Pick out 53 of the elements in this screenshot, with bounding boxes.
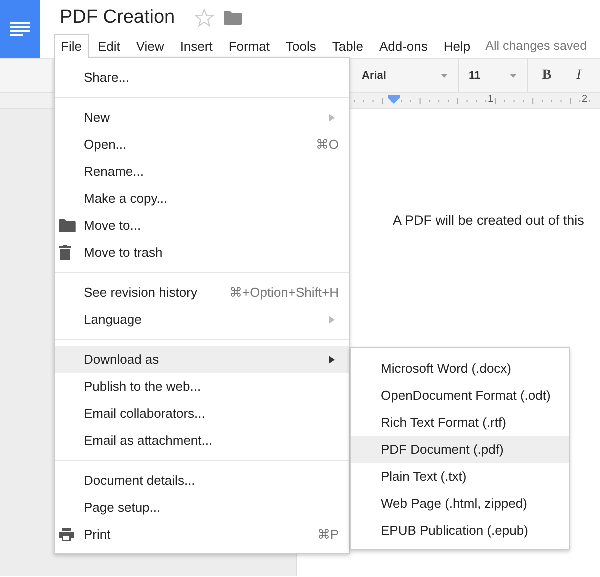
menu-item[interactable]: PDF Document (.pdf) (351, 436, 569, 463)
docs-logo-icon[interactable] (0, 0, 40, 58)
menu-tab[interactable]: Edit (90, 34, 128, 58)
star-icon[interactable] (195, 9, 214, 27)
menu-item[interactable]: Download as (55, 346, 349, 373)
submenu-arrow-icon (329, 356, 335, 364)
document-text: A PDF will be created out of this (393, 213, 586, 228)
save-status: All changes saved (486, 38, 588, 55)
menu-item[interactable]: Web Page (.html, zipped) (351, 490, 569, 517)
menu-item[interactable]: Move to trash (55, 239, 349, 266)
ruler-number: 2 (582, 94, 588, 105)
menu-item[interactable]: Rename... (55, 158, 349, 185)
indent-marker-icon[interactable] (388, 95, 400, 104)
menu-item[interactable]: Open... ⌘O (55, 131, 349, 158)
menu-tab[interactable]: View (129, 34, 172, 58)
menu-item[interactable]: Share... (55, 64, 349, 91)
bold-button[interactable]: B (534, 62, 560, 88)
submenu-arrow-icon (329, 114, 335, 122)
menu-tab[interactable]: Table (325, 34, 370, 58)
menu-item[interactable]: Language (55, 306, 349, 333)
caret-icon (441, 74, 448, 78)
submenu-arrow-icon (329, 316, 335, 324)
menu-item[interactable]: Microsoft Word (.docx) (351, 355, 569, 382)
folder-icon[interactable] (224, 11, 242, 25)
menu-item[interactable]: Rich Text Format (.rtf) (351, 409, 569, 436)
menu-item[interactable]: Page setup... (55, 494, 349, 521)
menu-item[interactable]: Publish to the web... (55, 373, 349, 400)
menu-item[interactable]: See revision history ⌘+Option+Shift+H (55, 279, 349, 306)
ruler-number: 1 (488, 94, 494, 105)
menu-tab[interactable]: Tools (279, 34, 324, 58)
menu-tab[interactable]: Add-ons (372, 34, 435, 58)
menu-item[interactable]: New (55, 104, 349, 131)
menu-tab[interactable]: File (54, 34, 89, 58)
menu-tab[interactable]: Insert (173, 34, 220, 58)
menu-item[interactable]: Move to... (55, 212, 349, 239)
menu-tab[interactable]: Help (436, 34, 478, 58)
printer-icon (59, 528, 74, 541)
document-title[interactable]: PDF Creation (60, 7, 176, 29)
menu-item[interactable]: EPUB Publication (.epub) (351, 517, 569, 544)
font-dropdown[interactable]: Arial (352, 62, 458, 88)
menu-item[interactable]: OpenDocument Format (.odt) (351, 382, 569, 409)
menu-item[interactable]: Make a copy... (55, 185, 349, 212)
trash-icon (59, 245, 71, 260)
menu-item[interactable]: Document details... (55, 467, 349, 494)
folder-icon (59, 219, 76, 232)
menu-item[interactable]: Email as attachment... (55, 427, 349, 454)
italic-button[interactable]: I (566, 62, 592, 88)
caret-icon (510, 74, 517, 78)
menu-tab[interactable]: Format (222, 34, 277, 58)
menu-item[interactable]: Print ⌘P (55, 521, 349, 548)
menu-item[interactable]: Email collaborators... (55, 400, 349, 427)
menu-item[interactable]: Plain Text (.txt) (351, 463, 569, 490)
font-size-dropdown[interactable]: 11 (459, 62, 527, 88)
